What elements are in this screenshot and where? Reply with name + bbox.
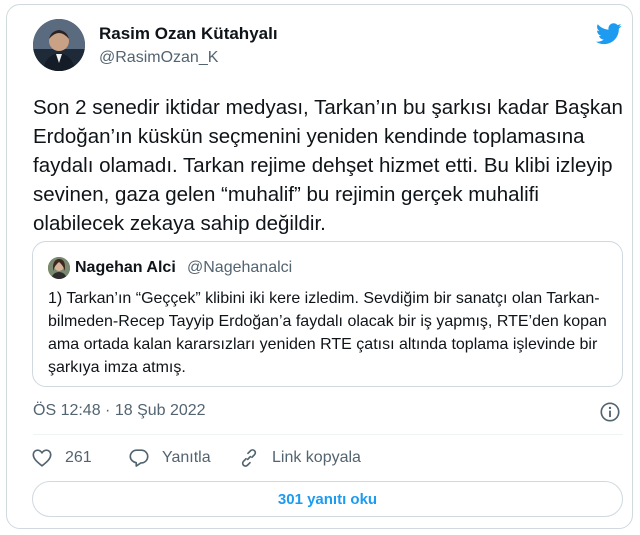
twitter-bird-icon[interactable]	[596, 23, 622, 45]
reply-label: Yanıtla	[162, 449, 211, 466]
reply-button[interactable]: Yanıtla	[128, 446, 211, 470]
reply-icon	[129, 449, 149, 467]
link-icon	[241, 449, 257, 467]
like-button[interactable]: 261	[31, 446, 92, 470]
read-replies-button[interactable]: 301 yanıtı oku	[32, 481, 623, 517]
info-icon[interactable]	[599, 401, 621, 423]
quoted-author-handle[interactable]: @Nagehanalci	[187, 259, 292, 277]
author-name[interactable]: Rasim Ozan Kütahyalı	[99, 24, 278, 44]
divider	[33, 434, 623, 435]
heart-icon	[32, 449, 52, 467]
quoted-tweet[interactable]: Nagehan Alci @Nagehanalci 1) Tarkan’ın “…	[32, 241, 623, 387]
author-avatar[interactable]	[33, 19, 85, 71]
author-handle[interactable]: @RasimOzan_K	[99, 49, 218, 67]
quoted-author-avatar[interactable]	[48, 257, 70, 279]
quoted-tweet-text: 1) Tarkan’ın “Geççek” klibini iki kere i…	[48, 290, 607, 376]
quoted-author-name[interactable]: Nagehan Alci	[75, 259, 176, 277]
copy-link-button[interactable]: Link kopyala	[238, 446, 361, 470]
tweet-text: Son 2 senedir iktidar medyası, Tarkan’ın…	[33, 96, 623, 235]
like-count: 261	[65, 449, 92, 466]
copy-link-label: Link kopyala	[272, 449, 361, 466]
tweet-card: Rasim Ozan Kütahyalı @RasimOzan_K Son 2 …	[6, 4, 633, 529]
tweet-timestamp[interactable]: ÖS 12:48 · 18 Şub 2022	[33, 402, 206, 420]
